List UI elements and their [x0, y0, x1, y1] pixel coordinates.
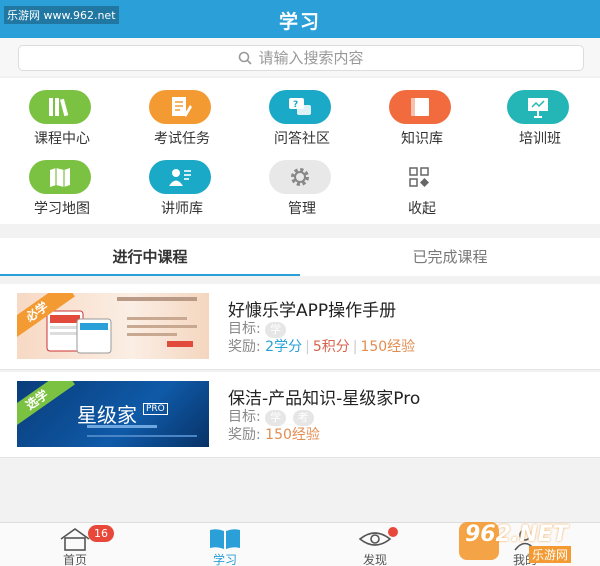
grid-item-study-map[interactable]: 学习地图: [2, 148, 122, 218]
reward-separator: |: [305, 339, 310, 355]
home-badge: 16: [88, 525, 114, 542]
reward-separator: |: [352, 339, 358, 355]
nav-label: 发现: [362, 553, 387, 566]
goal-label: 目标:: [228, 409, 261, 425]
reward-points: 5积分: [312, 339, 350, 355]
course-card[interactable]: 必学 好慷乐学APP操作手册 目标: 学 奖励: 2学分 | 5积分 | 150经验: [0, 284, 600, 370]
chat-question-icon: ?: [289, 98, 311, 115]
reward-credits: 2学分: [265, 339, 303, 355]
tab-in-progress[interactable]: 进行中课程: [0, 238, 300, 276]
grid-item-label: 学习地图: [34, 201, 90, 217]
course-tabs: 进行中课程 已完成课程: [0, 238, 600, 276]
grid-item-course-center[interactable]: 课程中心: [2, 78, 122, 148]
course-card[interactable]: 星级家 PRO 选学 保洁-产品知识-星级家Pro 目标: 学 考 奖励: 15…: [0, 372, 600, 458]
reward-label: 奖励:: [228, 427, 261, 443]
grid-item-label: 收起: [408, 201, 436, 217]
watermark-main: 962.NET: [465, 522, 568, 547]
function-grid: 课程中心 考试任务 ? 问答社区 知识库 培训班 学习地图 讲师库 管理 收起: [0, 78, 600, 224]
grid-item-label: 知识库: [401, 131, 443, 147]
course-thumbnail: 星级家 PRO 选学: [17, 381, 209, 447]
app-header: 乐游网 www.962.net 学习: [0, 0, 600, 38]
grid-item-exam-tasks[interactable]: 考试任务: [122, 78, 242, 148]
exam-paper-icon: [172, 97, 192, 117]
grid-collapse-icon: [409, 167, 429, 187]
search-input[interactable]: 请输入搜索内容: [18, 45, 584, 71]
nav-discover[interactable]: 发现: [300, 523, 450, 566]
grid-item-label: 课程中心: [34, 131, 90, 147]
lecturer-icon: [169, 169, 191, 186]
watermark-logo: 962.NET 乐游网: [455, 518, 595, 564]
grid-item-label: 管理: [288, 201, 316, 217]
goal-label: 目标:: [228, 321, 261, 337]
reward-experience: 150经验: [360, 339, 416, 355]
reward-label: 奖励:: [228, 339, 261, 355]
grid-item-label: 讲师库: [161, 201, 203, 217]
course-reward-row: 奖励: 150经验: [228, 424, 320, 444]
eye-icon: [358, 532, 392, 546]
active-tab-indicator: [0, 274, 300, 276]
reward-experience: 150经验: [265, 427, 320, 443]
search-placeholder: 请输入搜索内容: [258, 49, 364, 67]
grid-item-label: 问答社区: [274, 131, 330, 147]
nav-label: 学习: [212, 553, 237, 566]
book-icon: [411, 98, 429, 116]
course-goal-row: 目标: 学: [228, 318, 288, 338]
grid-item-knowledge-base[interactable]: 知识库: [362, 78, 482, 148]
books-icon: [49, 98, 69, 117]
course-reward-row: 奖励: 2学分 | 5积分 | 150经验: [228, 336, 415, 356]
grid-item-qa-community[interactable]: ? 问答社区: [242, 78, 362, 148]
home-icon: [60, 528, 90, 551]
map-icon: [50, 168, 70, 187]
open-book-icon: [210, 529, 240, 549]
watermark-sub: 乐游网: [529, 546, 572, 563]
course-thumbnail: 必学: [17, 293, 209, 359]
grid-item-lecturer-library[interactable]: 讲师库: [122, 148, 242, 218]
grid-item-manage[interactable]: 管理: [242, 148, 362, 218]
page-title: 学习: [278, 11, 321, 33]
tab-completed[interactable]: 已完成课程: [300, 238, 600, 276]
nav-label: 首页: [62, 553, 87, 566]
gear-icon: [291, 168, 309, 186]
nav-home[interactable]: 16 首页: [0, 523, 150, 566]
grid-item-label: 考试任务: [154, 131, 210, 147]
course-goal-row: 目标: 学 考: [228, 406, 316, 426]
notification-dot: [388, 527, 398, 537]
search-icon: [239, 51, 253, 65]
search-bar-container: 请输入搜索内容: [0, 38, 600, 76]
grid-item-label: 培训班: [519, 131, 561, 147]
nav-study[interactable]: 学习: [150, 523, 300, 566]
grid-item-collapse[interactable]: 收起: [362, 148, 482, 218]
presentation-icon: [528, 98, 548, 118]
grid-item-training-class[interactable]: 培训班: [480, 78, 600, 148]
